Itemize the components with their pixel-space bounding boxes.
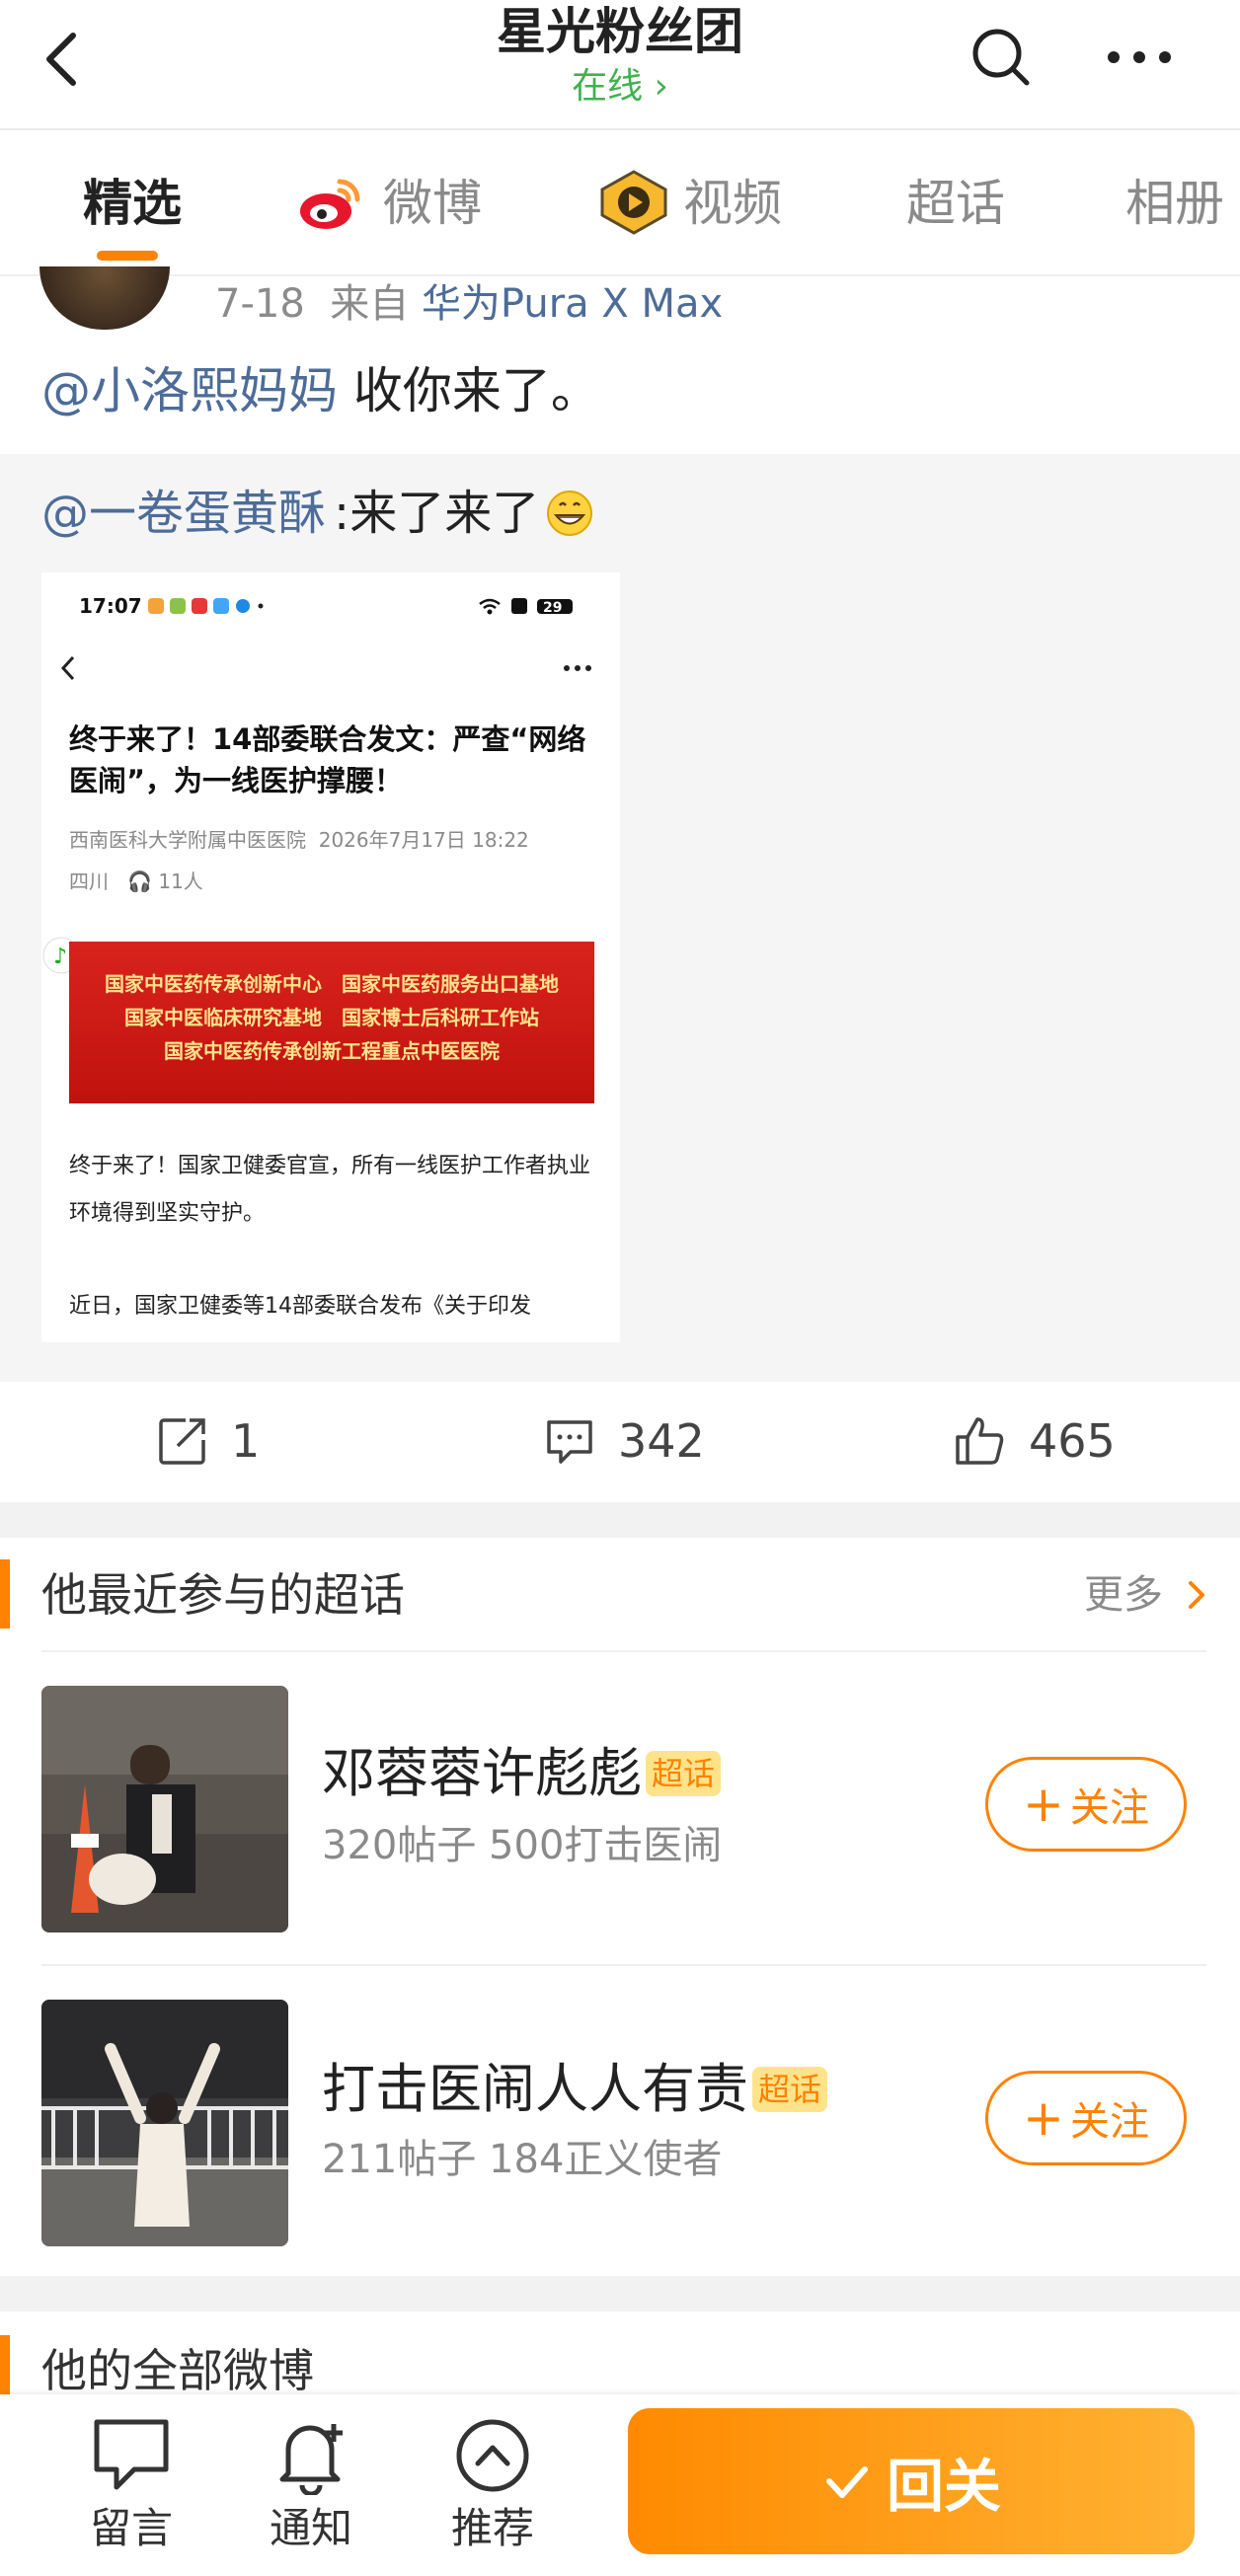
follow-button[interactable]: + 关注 xyxy=(985,1757,1187,1852)
section-separator xyxy=(0,2276,1240,2311)
tab-bar: 精选 微博 视频 超话 相册 xyxy=(0,132,1240,276)
divider xyxy=(41,1964,1206,1966)
repost-icon xyxy=(159,1418,205,1465)
follow-button[interactable]: + 关注 xyxy=(985,2071,1187,2165)
article-banner: 国家中医药传承创新中心 国家中医药服务出口基地 国家中医临床研究基地 国家博士后… xyxy=(69,942,594,1103)
online-status[interactable]: 在线 › xyxy=(0,63,1240,111)
comment-button[interactable]: 342 xyxy=(543,1409,705,1473)
mention-link[interactable]: @小洛熙妈妈 xyxy=(41,362,338,419)
grin-emoji-icon xyxy=(545,489,594,538)
article-body-paragraph: 终于来了！国家卫健委官宣，所有一线医护工作者执业环境得到坚实守护。 xyxy=(69,1154,591,1226)
all-weibo-title: 他的全部微博 xyxy=(41,2344,314,2397)
bell-plus-icon xyxy=(279,2424,343,2495)
screenshot-more-icon xyxy=(563,663,592,673)
super-topic-badge: 超话 xyxy=(646,1751,722,1796)
repost-text: @一卷蛋黄酥 :来了来了 xyxy=(41,482,594,545)
tab-weibo[interactable]: 微博 xyxy=(383,172,482,235)
video-icon xyxy=(598,170,669,235)
search-icon[interactable] xyxy=(966,22,1035,91)
repost-author-link[interactable]: @一卷蛋黄酥 xyxy=(41,482,326,545)
article-body-paragraph-2: 近日，国家卫健委等14部委联合发布《关于印发 xyxy=(69,1294,531,1319)
super-topic-name[interactable]: 打击医闹人人有责 超话 xyxy=(322,2055,828,2124)
embedded-screenshot-image[interactable]: 17:07 29 终于来了！14部委联合发文：严查“网络医闹”，为一线医护撑腰！… xyxy=(41,572,620,1342)
tab-video[interactable]: 视频 xyxy=(683,172,782,235)
message-button[interactable]: 留言 xyxy=(57,2416,205,2556)
post-action-bar: 1 342 465 xyxy=(0,1382,1240,1502)
plus-icon: + xyxy=(1023,2089,1064,2147)
super-topic-name[interactable]: 邓蓉蓉许彪彪 超话 xyxy=(322,1739,722,1808)
post-text: @小洛熙妈妈 收你来了。 xyxy=(41,362,600,419)
section-accent-bar xyxy=(0,2335,10,2394)
screenshot-back-icon xyxy=(57,653,81,683)
svg-text:♪: ♪ xyxy=(53,945,67,969)
comment-icon xyxy=(547,1420,592,1464)
article-location: 四川 🎧 11人 xyxy=(69,870,203,893)
super-topic-stats: 320帖子 500打击医闹 xyxy=(322,1823,723,1868)
check-icon xyxy=(825,2466,868,2498)
notify-button[interactable]: 通知 xyxy=(237,2416,385,2556)
tab-super-topic[interactable]: 超话 xyxy=(906,172,1005,235)
tab-album[interactable]: 相册 xyxy=(1125,172,1224,235)
screenshot-time: 17:07 xyxy=(79,594,142,618)
more-options-icon[interactable] xyxy=(1100,30,1179,85)
avatar[interactable] xyxy=(39,266,170,330)
super-topic-badge: 超话 xyxy=(752,2067,828,2112)
post-meta: 7-18 来自 华为Pura X Max xyxy=(215,281,724,327)
post-source-device: 华为Pura X Max xyxy=(421,281,724,327)
thumbs-up-icon xyxy=(956,1417,1004,1465)
super-topic-stats: 211帖子 184正义使者 xyxy=(322,2137,723,2182)
like-button[interactable]: 465 xyxy=(952,1409,1116,1473)
article-org: 西南医科大学附属中医医院 2026年7月17日 18:22 xyxy=(69,828,529,852)
divider xyxy=(41,1650,1206,1652)
weibo-logo-icon xyxy=(298,174,363,233)
top-bar: 星光粉丝团 在线 › xyxy=(0,0,1240,130)
tab-featured[interactable]: 精选 xyxy=(83,172,182,235)
message-icon xyxy=(94,2419,169,2490)
plus-icon: + xyxy=(1023,1776,1064,1833)
super-topics-title: 他最近参与的超话 xyxy=(41,1568,405,1622)
screenshot-app-icons xyxy=(146,596,284,616)
chevron-up-circle-icon xyxy=(456,2419,529,2492)
follow-back-button[interactable]: 回关 xyxy=(628,2408,1195,2554)
section-accent-bar xyxy=(0,1559,10,1629)
section-separator xyxy=(0,1502,1240,1538)
repost-button[interactable]: 1 xyxy=(156,1409,260,1473)
page-title: 星光粉丝团 xyxy=(497,3,743,60)
super-topic-thumbnail[interactable] xyxy=(41,2000,288,2246)
article-title: 终于来了！14部委联合发文：严查“网络医闹”，为一线医护撑腰！ xyxy=(69,722,586,797)
screenshot-status-icons xyxy=(476,594,594,618)
chevron-right-icon xyxy=(1189,1581,1204,1609)
screenshot-battery-text: 29 xyxy=(543,600,563,616)
active-tab-indicator xyxy=(97,251,158,261)
recommend-button[interactable]: 推荐 xyxy=(419,2416,567,2556)
more-link[interactable]: 更多 xyxy=(1084,1563,1216,1627)
super-topic-thumbnail[interactable] xyxy=(41,1686,288,1932)
